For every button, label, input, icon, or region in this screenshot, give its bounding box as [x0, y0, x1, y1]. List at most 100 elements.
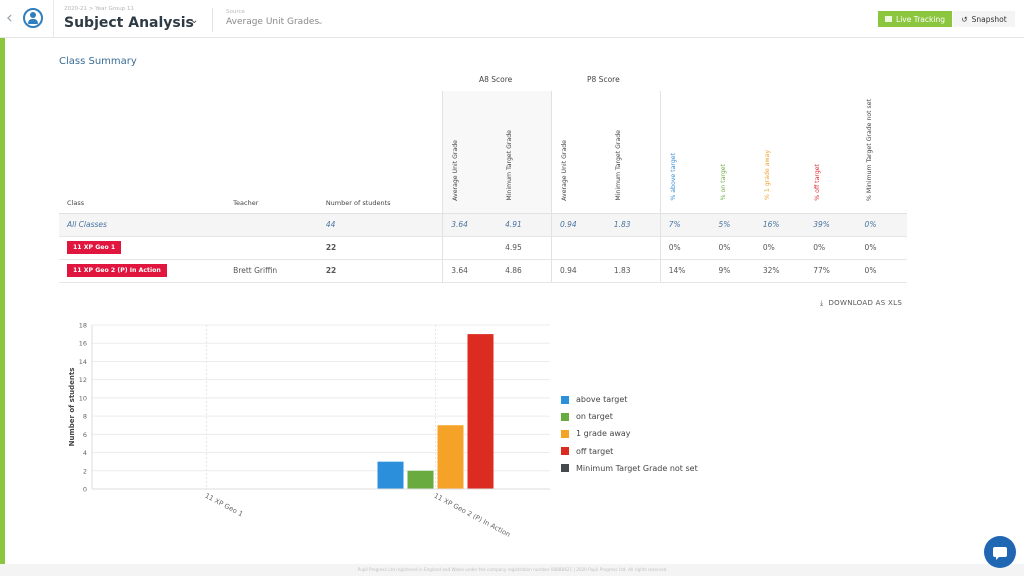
- cell-off: 0%: [805, 236, 857, 260]
- cell-p8-avg: 0.94: [550, 213, 606, 237]
- legend-item[interactable]: off target: [561, 443, 698, 460]
- col-notset[interactable]: % Minimum Target Grade not set: [856, 91, 907, 214]
- col-a8-avg[interactable]: Average Unit Grade: [442, 91, 498, 214]
- table-header-row: Class Teacher Number of students Average…: [59, 91, 907, 214]
- cell-students: 44: [317, 213, 443, 237]
- back-chevron-icon[interactable]: ‹: [6, 10, 13, 27]
- cell-above: 14%: [659, 259, 711, 283]
- legend-label: above target: [576, 395, 628, 405]
- col-off[interactable]: % off target: [805, 91, 857, 214]
- snapshot-label: Snapshot: [971, 14, 1007, 24]
- legend-item[interactable]: on target: [561, 408, 698, 425]
- chevron-down-icon[interactable]: ⌄: [190, 15, 198, 26]
- group-header-p8: P8 Score: [587, 75, 620, 84]
- download-xls-button[interactable]: ⤓ DOWNLOAD AS XLS: [820, 299, 902, 308]
- divider: [53, 0, 54, 38]
- col-p8-min[interactable]: Minimum Target Grade: [605, 91, 661, 214]
- legend-label: 1 grade away: [576, 429, 631, 439]
- y-tick-label: 12: [79, 376, 87, 384]
- legend-item[interactable]: 1 grade away: [561, 425, 698, 442]
- legend-swatch: [561, 464, 569, 473]
- cell-a8-min: 4.86: [497, 259, 552, 283]
- cell-a8-min: 4.95: [497, 236, 552, 260]
- y-tick-label: 2: [83, 467, 87, 475]
- cell-notset: 0%: [856, 236, 907, 260]
- cell-a8-avg: 3.64: [442, 213, 498, 237]
- bar-above-target: [377, 461, 404, 489]
- class-tag[interactable]: 11 XP Geo 2 (P) In Action: [67, 264, 167, 277]
- chevron-down-icon[interactable]: ⌄: [317, 17, 324, 26]
- col-students[interactable]: Number of students: [317, 91, 443, 214]
- bar-chart: 0 2 4 6 8 10 12 14 16 18 Number of students 11 XP G…: [68, 322, 550, 539]
- cell-p8-min: [605, 236, 661, 260]
- x-tick-label: 11 XP Geo 2 (P) In Action: [433, 492, 512, 539]
- cell-away: 32%: [754, 259, 806, 283]
- refresh-icon: ↺: [961, 14, 968, 24]
- y-tick-label: 4: [83, 449, 87, 457]
- bar-1-grade-away: [437, 425, 464, 489]
- cell-above: 7%: [659, 213, 711, 237]
- bar-off-target: [467, 334, 494, 489]
- class-tag[interactable]: 11 XP Geo 1: [67, 241, 122, 254]
- table-icon: [885, 16, 893, 22]
- table-row-all-classes[interactable]: All Classes 44 3.64 4.91 0.94 1.83 7% 5%…: [59, 213, 907, 237]
- download-icon: ⤓: [820, 299, 824, 307]
- col-above[interactable]: % above target: [659, 91, 711, 214]
- chart-legend: above target on target 1 grade away off tar…: [561, 391, 698, 477]
- cell-on: 0%: [710, 236, 755, 260]
- y-tick-label: 0: [83, 486, 87, 494]
- x-tick-label: 11 XP Geo 1: [204, 492, 245, 519]
- cell-notset: 0%: [856, 259, 907, 283]
- cell-class[interactable]: All Classes: [59, 213, 226, 237]
- cell-on: 5%: [710, 213, 755, 237]
- cell-a8-avg: 3.64: [442, 259, 498, 283]
- cell-students: 22: [317, 236, 443, 260]
- bar-on-target: [407, 470, 434, 489]
- cell-students: 22: [317, 259, 443, 283]
- divider: [212, 8, 213, 32]
- cell-p8-min: 1.83: [605, 213, 661, 237]
- cell-p8-avg: [550, 236, 606, 260]
- cell-away: 0%: [754, 236, 806, 260]
- cell-off: 77%: [805, 259, 857, 283]
- col-away[interactable]: % 1 grade away: [754, 91, 806, 214]
- cell-off: 39%: [805, 213, 857, 237]
- page-title[interactable]: Subject Analysis: [64, 15, 194, 31]
- cell-a8-min: 4.91: [497, 213, 552, 237]
- table-row[interactable]: 11 XP Geo 1 22 4.95 0% 0% 0% 0% 0%: [59, 236, 907, 260]
- legend-item[interactable]: above target: [561, 391, 698, 408]
- legend-swatch: [561, 395, 569, 404]
- footer: Pupil Progress Ltd registered in England…: [0, 564, 1024, 576]
- y-tick-label: 14: [79, 358, 87, 366]
- cell-away: 16%: [754, 213, 806, 237]
- col-p8-avg[interactable]: Average Unit Grade: [550, 91, 606, 214]
- col-teacher[interactable]: Teacher: [225, 91, 318, 214]
- cell-p8-min: 1.83: [605, 259, 661, 283]
- col-on[interactable]: % on target: [710, 91, 755, 214]
- legend-label: on target: [576, 412, 613, 422]
- col-class[interactable]: Class: [59, 91, 226, 214]
- user-avatar-icon[interactable]: [23, 8, 43, 28]
- class-summary-table: Class Teacher Number of students Average…: [59, 91, 907, 283]
- top-bar: ‹ 2020-21 > Year Group 11 Subject Analys…: [0, 0, 1024, 38]
- group-header-a8: A8 Score: [479, 75, 513, 84]
- source-label: Source: [226, 9, 245, 15]
- source-select[interactable]: Average Unit Grades: [226, 17, 319, 27]
- legend-label: off target: [576, 446, 614, 456]
- y-tick-label: 16: [79, 340, 87, 348]
- cell-above: 0%: [659, 236, 711, 260]
- table-row[interactable]: 11 XP Geo 2 (P) In Action Brett Griffin …: [59, 259, 907, 283]
- live-tracking-label: Live Tracking: [896, 14, 945, 24]
- live-tracking-button[interactable]: Live Tracking: [878, 11, 952, 27]
- download-label: DOWNLOAD AS XLS: [828, 299, 903, 307]
- legend-item[interactable]: Minimum Target Grade not set: [561, 460, 698, 477]
- y-tick-label: 10: [79, 394, 87, 402]
- snapshot-button[interactable]: ↺ Snapshot: [953, 11, 1015, 27]
- cell-a8-avg: [442, 236, 498, 260]
- breadcrumb: 2020-21 > Year Group 11: [64, 6, 134, 12]
- cell-class: 11 XP Geo 2 (P) In Action: [59, 259, 226, 283]
- cell-notset: 0%: [856, 213, 907, 237]
- chat-button[interactable]: [984, 536, 1016, 568]
- chat-bubble-icon: [993, 547, 1007, 560]
- col-a8-min[interactable]: Minimum Target Grade: [497, 91, 552, 214]
